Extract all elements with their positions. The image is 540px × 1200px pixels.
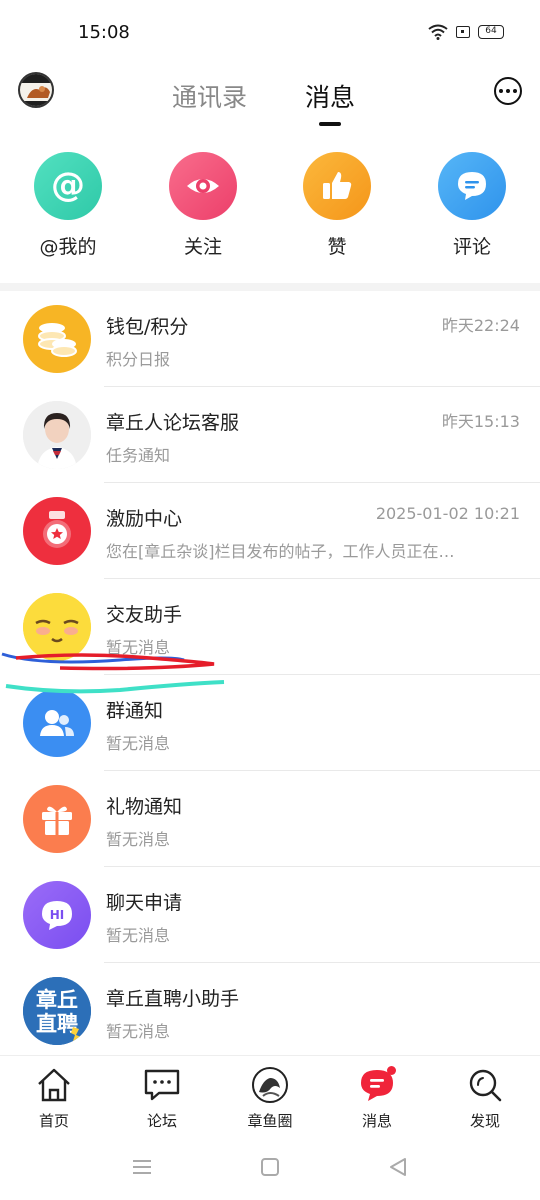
item-title: 激励中心 [106, 508, 183, 530]
item-title: 礼物通知 [106, 796, 183, 818]
nav-label: 论坛 [146, 1112, 177, 1130]
list-item[interactable]: 礼物通知 暂无消息 [0, 771, 540, 867]
quick-action-label: 赞 [327, 236, 347, 258]
item-time: 2025-01-02 10:21 [375, 504, 520, 523]
nav-home[interactable]: 首页 [14, 1066, 94, 1131]
dot [506, 89, 510, 93]
list-item[interactable]: 钱包/积分 积分日报 昨天22:24 [0, 291, 540, 387]
user-avatar[interactable] [18, 72, 54, 108]
dot [499, 89, 503, 93]
item-time: 昨天15:13 [441, 412, 520, 431]
tab-messages[interactable]: 消息 [305, 78, 355, 114]
coins-icon [23, 305, 91, 373]
service-agent-avatar [23, 401, 91, 469]
at-icon: @ [34, 152, 102, 220]
comment-icon [438, 152, 506, 220]
item-subtitle: 暂无消息 [106, 638, 171, 657]
hi-bubble-icon: HI [23, 881, 91, 949]
dot [513, 89, 517, 93]
nav-messages[interactable]: 消息 [337, 1066, 417, 1131]
list-item[interactable]: 群通知 暂无消息 [0, 675, 540, 771]
nav-label: 章鱼圈 [247, 1112, 293, 1130]
gift-icon [23, 785, 91, 853]
list-item[interactable]: HI 聊天申请 暂无消息 [0, 867, 540, 963]
item-time: 昨天22:24 [441, 316, 520, 335]
list-item[interactable]: 章丘 直聘 章丘直聘小助手 暂无消息 [0, 963, 540, 1059]
item-title: 交友助手 [106, 604, 183, 626]
nav-label: 首页 [38, 1112, 69, 1130]
item-title: 聊天申请 [106, 892, 183, 914]
item-subtitle: 任务通知 [106, 446, 171, 465]
quick-action-at-me[interactable]: @ @我的 [8, 152, 128, 259]
item-subtitle: 暂无消息 [106, 1022, 171, 1041]
quick-action-label: 评论 [452, 236, 491, 258]
menu-icon[interactable] [131, 1156, 153, 1178]
list-item[interactable]: 章丘人论坛客服 任务通知 昨天15:13 [0, 387, 540, 483]
recruit-logo: 章丘 直聘 [23, 977, 91, 1045]
item-subtitle: 暂无消息 [106, 926, 171, 945]
tab-contacts[interactable]: 通讯录 [172, 78, 247, 114]
message-icon [358, 1066, 396, 1104]
active-tab-indicator [319, 122, 341, 126]
nav-forum[interactable]: 论坛 [122, 1066, 202, 1131]
list-item[interactable]: 激励中心 您在[章丘杂谈]栏目发布的帖子，工作人员正在… 2025-01-02 … [0, 483, 540, 579]
item-title: 章丘人论坛客服 [106, 412, 240, 434]
status-icons: 64 [428, 24, 504, 40]
quick-actions: @ @我的 关注 赞 评论 [0, 152, 540, 272]
svg-text:章丘: 章丘 [36, 988, 78, 1012]
battery-icon: 64 [478, 25, 504, 39]
quick-action-label: 关注 [183, 236, 222, 258]
nav-octopus-circle[interactable]: 章鱼圈 [230, 1066, 310, 1131]
message-list: 钱包/积分 积分日报 昨天22:24 章丘人论坛客服 任务通知 昨天15:13 [0, 291, 540, 1059]
header: 通讯录 消息 [0, 64, 540, 134]
thumbs-up-icon [303, 152, 371, 220]
nav-label: 消息 [361, 1112, 392, 1130]
svg-text:@: @ [51, 167, 85, 205]
home-icon [35, 1066, 73, 1104]
quick-action-comment[interactable]: 评论 [412, 152, 532, 259]
more-options-button[interactable] [494, 77, 522, 105]
item-title: 群通知 [106, 700, 164, 722]
nav-label: 发现 [469, 1112, 500, 1130]
item-subtitle: 您在[章丘杂谈]栏目发布的帖子，工作人员正在… [106, 542, 455, 561]
eye-icon [169, 152, 237, 220]
list-item[interactable]: 交友助手 暂无消息 [0, 579, 540, 675]
wifi-icon [428, 24, 448, 40]
discover-icon [466, 1066, 504, 1104]
bottom-nav: 首页 论坛 章鱼圈 消息 发现 [0, 1055, 540, 1135]
quick-action-follow[interactable]: 关注 [143, 152, 263, 259]
item-subtitle: 暂无消息 [106, 830, 171, 849]
octopus-icon [251, 1066, 289, 1104]
home-button-icon[interactable] [259, 1156, 281, 1178]
forum-icon [143, 1066, 181, 1104]
reward-icon [23, 497, 91, 565]
shy-face-icon [23, 593, 91, 661]
svg-text:HI: HI [50, 908, 65, 922]
item-title: 章丘直聘小助手 [106, 988, 240, 1010]
system-nav-bar [0, 1140, 540, 1200]
item-subtitle: 暂无消息 [106, 734, 171, 753]
unread-badge [387, 1066, 396, 1075]
back-icon[interactable] [387, 1156, 409, 1178]
status-bar: 15:08 64 [0, 0, 540, 64]
item-subtitle: 积分日报 [106, 350, 171, 369]
nav-discover[interactable]: 发现 [445, 1066, 525, 1131]
item-title: 钱包/积分 [106, 316, 189, 338]
section-divider [0, 283, 540, 291]
quick-action-label: @我的 [39, 236, 97, 258]
status-time: 15:08 [78, 22, 130, 43]
group-icon [23, 689, 91, 757]
sim-icon [456, 26, 470, 38]
quick-action-like[interactable]: 赞 [277, 152, 397, 259]
